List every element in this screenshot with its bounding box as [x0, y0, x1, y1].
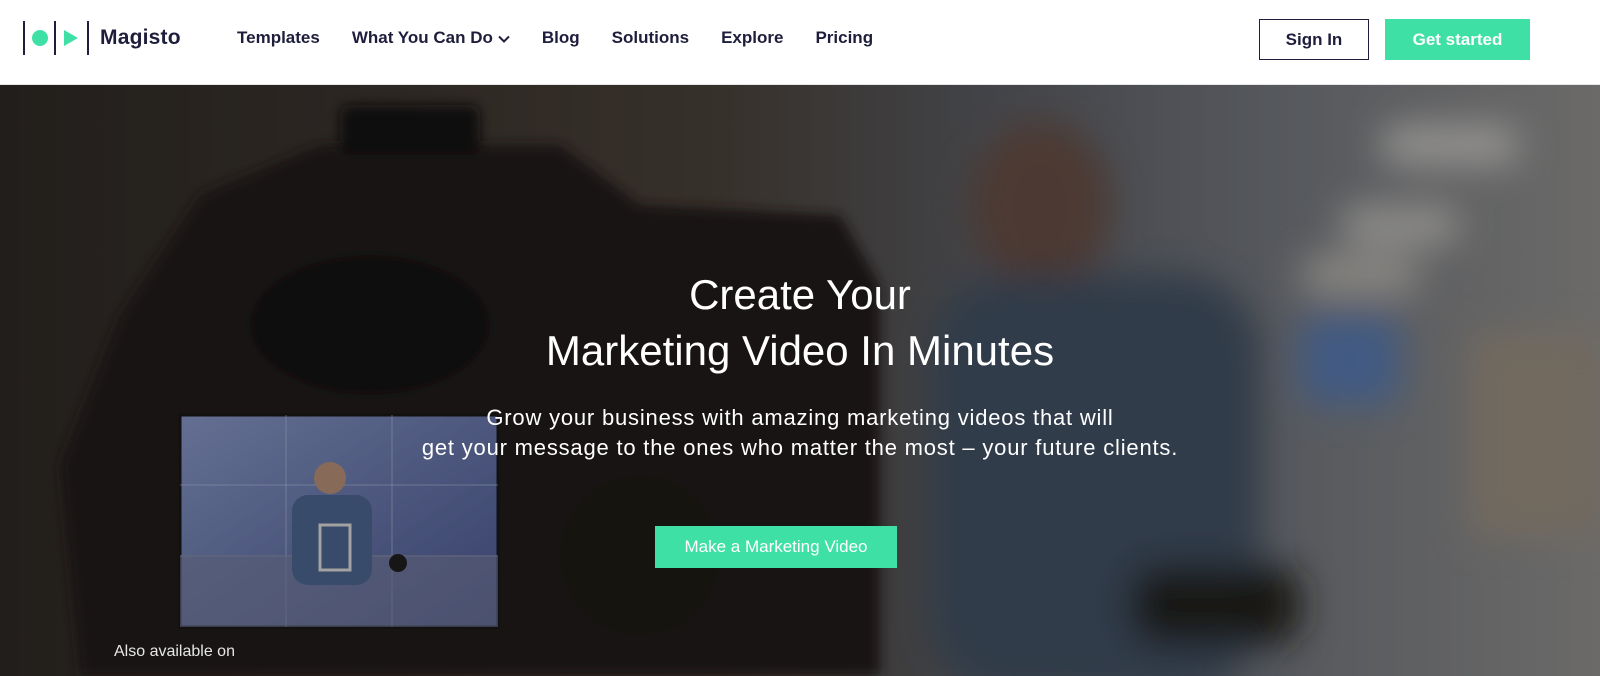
nav-solutions[interactable]: Solutions	[612, 28, 689, 48]
also-available-label: Also available on	[114, 643, 235, 660]
hero-subtitle: Grow your business with amazing marketin…	[0, 403, 1600, 463]
hero-subtitle-line1: Grow your business with amazing marketin…	[486, 405, 1114, 430]
nav-blog[interactable]: Blog	[542, 28, 580, 48]
hero-subtitle-line2: get your message to the ones who matter …	[421, 435, 1179, 460]
nav-solutions-label: Solutions	[611, 28, 690, 47]
hero-title: Create Your Marketing Video In Minutes	[0, 267, 1600, 379]
hero-title-line2: Marketing Video In Minutes	[545, 327, 1055, 374]
nav-what-you-can-do-label: What You Can Do	[351, 28, 493, 47]
hero-title-line1: Create Your	[689, 271, 911, 318]
nav-templates[interactable]: Templates	[237, 28, 320, 48]
nav-explore-label: Explore	[721, 28, 784, 47]
nav-what-you-can-do[interactable]: What You Can Do	[352, 28, 510, 48]
make-marketing-video-button[interactable]: Make a Marketing Video	[655, 526, 897, 568]
nav-pricing-label: Pricing	[815, 28, 874, 47]
hero-overlay	[0, 85, 1600, 676]
hero-section: Create Your Marketing Video In Minutes G…	[0, 85, 1600, 676]
nav-explore[interactable]: Explore	[721, 28, 783, 48]
main-nav: Templates What You Can Do Blog Solutions…	[237, 28, 905, 48]
sign-in-button[interactable]: Sign In	[1259, 19, 1369, 60]
nav-templates-label: Templates	[237, 28, 320, 47]
site-header: Magisto Templates What You Can Do Blog S…	[0, 0, 1600, 85]
nav-blog-label: Blog	[541, 28, 580, 47]
get-started-button[interactable]: Get started	[1385, 19, 1530, 60]
chevron-down-icon	[498, 28, 510, 48]
magisto-logo-icon	[23, 21, 89, 55]
brand-name: Magisto	[100, 26, 181, 49]
nav-pricing[interactable]: Pricing	[815, 28, 873, 48]
brand-logo[interactable]: Magisto	[22, 20, 181, 56]
